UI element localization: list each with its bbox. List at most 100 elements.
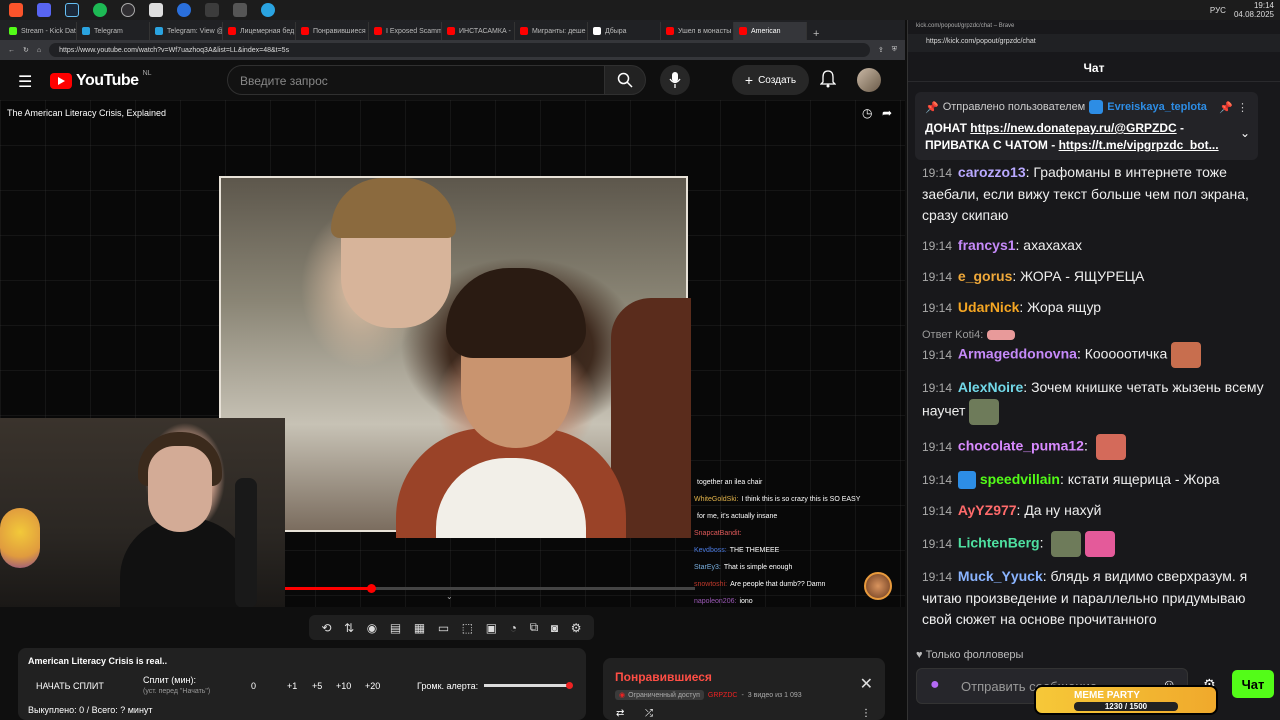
pip-icon[interactable]: ⧉ bbox=[530, 620, 539, 635]
message-username[interactable]: UdarNick bbox=[958, 299, 1019, 315]
steam-icon[interactable] bbox=[65, 3, 79, 17]
browser-tab[interactable]: ИНСТАСАМКА - bbox=[442, 22, 515, 40]
menu-icon[interactable]: ☰ bbox=[18, 72, 32, 92]
bell-icon[interactable] bbox=[820, 70, 836, 88]
browser-tab[interactable]: Дбыра bbox=[588, 22, 661, 40]
speed-icon[interactable]: ◔ bbox=[510, 621, 517, 635]
playlist-icon[interactable]: ▤ bbox=[390, 621, 401, 635]
mic-icon[interactable]: ● bbox=[930, 676, 940, 694]
theater-icon[interactable]: ▭ bbox=[438, 621, 449, 635]
settings-icon[interactable] bbox=[233, 3, 247, 17]
message-username[interactable]: Muck_Yyuck bbox=[958, 568, 1043, 584]
browser-tab[interactable]: Мигранты: деше bbox=[515, 22, 588, 40]
shield-icon[interactable]: ⛨ bbox=[892, 46, 897, 54]
browser-tab[interactable]: Понравившиеся bbox=[296, 22, 369, 40]
browser-tab[interactable]: Ушел в монасты bbox=[661, 22, 734, 40]
alert-volume-handle[interactable] bbox=[566, 682, 573, 689]
message-username[interactable]: carozzo13 bbox=[958, 164, 1026, 180]
camera-icon[interactable]: ◙ bbox=[551, 621, 558, 635]
crop-icon[interactable]: ⬚ bbox=[462, 621, 473, 635]
chat-message[interactable]: 19:14 AyYZ977: Да ну нахуй bbox=[922, 500, 1267, 522]
message-username[interactable]: AlexNoire bbox=[958, 379, 1023, 395]
sort-icon[interactable]: ⇅ bbox=[344, 621, 354, 635]
language-indicator[interactable]: РУС bbox=[1210, 6, 1226, 15]
avatar[interactable] bbox=[857, 68, 881, 92]
clapper-icon[interactable]: ▦ bbox=[414, 621, 425, 635]
chat-message[interactable]: 19:14 e_gorus: ЖОРА - ЯЩУРЕЦА bbox=[922, 266, 1267, 288]
message-username[interactable]: speedvillain bbox=[980, 471, 1060, 487]
message-username[interactable]: Armageddonovna bbox=[958, 346, 1077, 362]
increment-button[interactable]: +1 bbox=[287, 681, 297, 691]
clock[interactable]: 19:14 04.08.2025 bbox=[1234, 1, 1274, 19]
video-player[interactable]: The American Literacy Crisis, Explained … bbox=[0, 100, 905, 607]
new-tab-icon[interactable]: + bbox=[813, 28, 819, 40]
game-icon[interactable] bbox=[149, 3, 163, 17]
chat-message[interactable]: 19:14 UdarNick: Жора ящур bbox=[922, 297, 1267, 319]
progress-bar[interactable] bbox=[285, 584, 695, 593]
telegram-link[interactable]: https://t.me/vipgrpzdc_bot... bbox=[1059, 138, 1219, 152]
folder-icon[interactable] bbox=[205, 3, 219, 17]
message-username[interactable]: e_gorus bbox=[958, 268, 1012, 284]
app-icon[interactable] bbox=[177, 3, 191, 17]
chevron-down-icon[interactable]: ⌄ bbox=[446, 592, 453, 601]
search-button[interactable] bbox=[604, 65, 646, 95]
more-icon[interactable]: ⋮ bbox=[1237, 101, 1248, 114]
browser-tab[interactable]: Лицемерная бед bbox=[223, 22, 296, 40]
browser-tab[interactable]: Telegram: View @ bbox=[150, 22, 223, 40]
chat-message[interactable]: 19:14 LichtenBerg: bbox=[922, 531, 1267, 557]
alert-volume-slider[interactable] bbox=[484, 684, 570, 687]
back-icon[interactable]: ← bbox=[8, 47, 15, 54]
search-input[interactable]: Введите запрос bbox=[227, 65, 607, 95]
shuffle-icon[interactable]: ⤮ bbox=[645, 708, 653, 719]
loop-icon[interactable]: ⇄ bbox=[616, 708, 624, 719]
donate-link[interactable]: https://new.donatepay.ru/@GRPZDC bbox=[970, 121, 1176, 135]
increment-button[interactable]: +20 bbox=[365, 681, 380, 691]
discord-icon[interactable] bbox=[37, 3, 51, 17]
share-icon[interactable]: ⇪ bbox=[878, 46, 884, 54]
share-icon[interactable]: ➦ bbox=[882, 106, 892, 120]
message-username[interactable]: chocolate_puma12 bbox=[958, 438, 1084, 454]
reply-hint[interactable]: Ответ Koti4: bbox=[922, 328, 1267, 342]
chat-message[interactable]: 19:14 Armageddonovna: Кооооотичка bbox=[922, 342, 1267, 368]
youtube-logo[interactable]: YouTube NL bbox=[50, 70, 152, 90]
message-username[interactable]: AyYZ977 bbox=[958, 502, 1017, 518]
increment-button[interactable]: +5 bbox=[312, 681, 322, 691]
audio-icon[interactable]: ◉ bbox=[367, 621, 377, 635]
screen-icon[interactable]: ▣ bbox=[486, 621, 497, 635]
browser-tab[interactable]: Telegram bbox=[77, 22, 150, 40]
reload-icon[interactable]: ↻ bbox=[23, 46, 29, 54]
obs-icon[interactable] bbox=[121, 3, 135, 17]
video-title[interactable]: The American Literacy Crisis, Explained bbox=[7, 108, 166, 118]
pin-toggle-icon[interactable]: 📌 bbox=[1219, 101, 1233, 114]
browser-tab[interactable]: American bbox=[734, 22, 807, 40]
send-chat-button[interactable]: Чат bbox=[1232, 670, 1274, 698]
message-username[interactable]: francys1 bbox=[958, 237, 1016, 253]
chat-message[interactable]: 19:14 carozzo13: Графоманы в интернете т… bbox=[922, 162, 1267, 226]
playlist-owner[interactable]: GRPZDC bbox=[708, 692, 738, 699]
pinned-message[interactable]: 📌 Отправлено пользователем Evreiskaya_te… bbox=[915, 92, 1258, 160]
close-icon[interactable]: ✕ bbox=[860, 674, 873, 694]
browser-tab[interactable]: I Exposed Scamm bbox=[369, 22, 442, 40]
more-icon[interactable]: ⋮ bbox=[861, 708, 871, 719]
chat-message[interactable]: 19:14 AlexNoire: Зочем книшке четать жыз… bbox=[922, 377, 1267, 425]
chevron-down-icon[interactable]: ⌄ bbox=[1240, 126, 1250, 140]
gear-icon[interactable]: ⚙ bbox=[571, 621, 582, 635]
increment-button[interactable]: +10 bbox=[336, 681, 351, 691]
brave-icon[interactable] bbox=[9, 3, 23, 17]
message-username[interactable]: LichtenBerg bbox=[958, 535, 1040, 551]
spotify-icon[interactable] bbox=[93, 3, 107, 17]
chat-message[interactable]: 19:14 Muck_Yyuck: блядь я видимо сверхра… bbox=[922, 566, 1267, 630]
watch-later-icon[interactable]: ◷ bbox=[862, 106, 872, 120]
chat-message[interactable]: 19:14 speedvillain: кстати ящерица - Жор… bbox=[922, 469, 1267, 491]
playlist-title[interactable]: Понравившиеся bbox=[615, 670, 712, 684]
pinned-by-user[interactable]: Evreiskaya_teplota bbox=[1107, 101, 1207, 113]
chat-message[interactable]: 19:14 francys1: ахахахах bbox=[922, 235, 1267, 257]
kick-url-field[interactable]: https://kick.com/popout/grpzdc/chat bbox=[908, 34, 1280, 52]
progress-handle[interactable] bbox=[367, 584, 377, 593]
repeat-icon[interactable]: ⟲ bbox=[321, 621, 331, 635]
start-split-button[interactable]: НАЧАТЬ СПЛИТ bbox=[36, 681, 104, 691]
split-value[interactable]: 0 bbox=[251, 681, 256, 691]
voice-search-button[interactable] bbox=[660, 65, 690, 95]
url-field[interactable]: https://www.youtube.com/watch?v=Wf7uazho… bbox=[49, 43, 870, 57]
chat-message[interactable]: 19:14 chocolate_puma12: bbox=[922, 434, 1267, 460]
